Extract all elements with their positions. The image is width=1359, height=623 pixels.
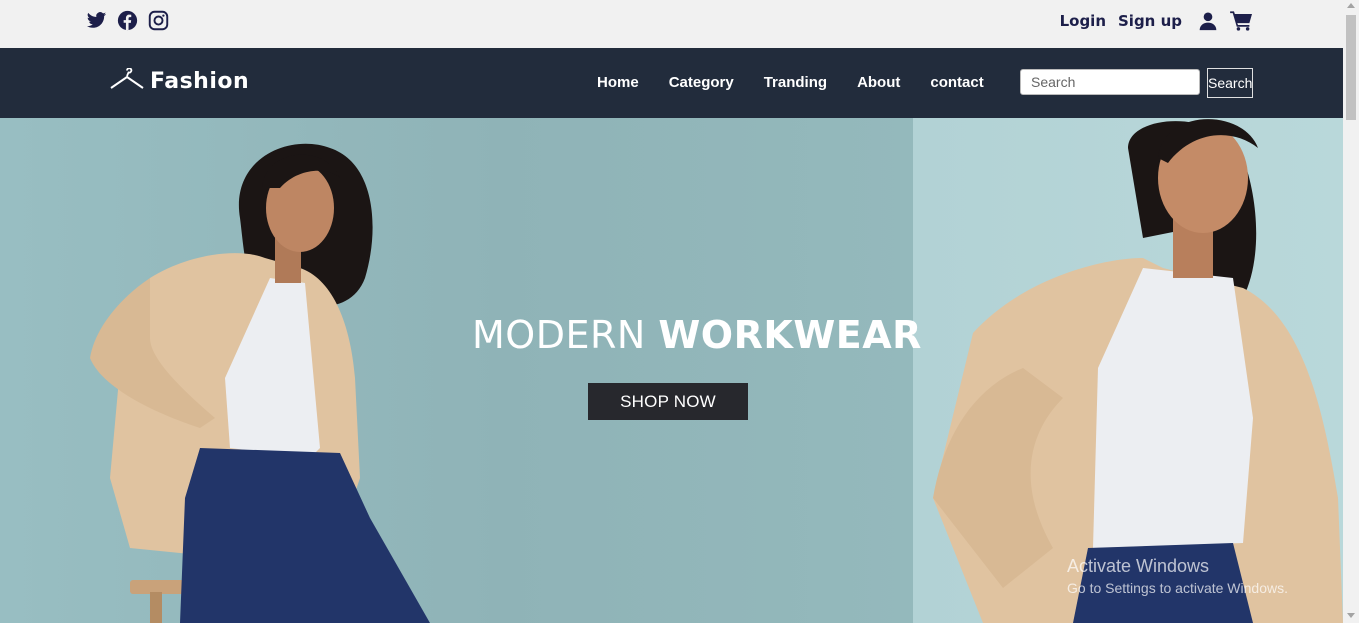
hanger-icon bbox=[110, 67, 144, 95]
brand-name: Fashion bbox=[150, 69, 250, 94]
user-icon[interactable] bbox=[1198, 11, 1218, 31]
login-link[interactable]: Login bbox=[1060, 12, 1106, 30]
signup-link[interactable]: Sign up bbox=[1118, 12, 1182, 30]
nav-contact[interactable]: contact bbox=[930, 74, 983, 91]
search-button[interactable]: Search bbox=[1207, 68, 1253, 98]
hero-banner: MODERN WORKWEAR SHOP NOW Activate Window… bbox=[0, 118, 1343, 623]
activation-watermark-title: Activate Windows bbox=[1067, 556, 1210, 576]
hero-image-right bbox=[913, 118, 1343, 623]
activation-watermark-subtitle: Go to Settings to activate Windows. bbox=[1067, 580, 1288, 596]
hero-title-bold: WORKWEAR bbox=[658, 313, 922, 357]
cart-icon[interactable] bbox=[1230, 10, 1253, 31]
nav-tranding[interactable]: Tranding bbox=[764, 74, 827, 91]
shop-now-button[interactable]: SHOP NOW bbox=[588, 383, 748, 420]
social-links bbox=[86, 10, 169, 31]
search-input[interactable] bbox=[1020, 69, 1200, 95]
hero-image-left bbox=[0, 118, 913, 623]
nav-category[interactable]: Category bbox=[669, 74, 734, 91]
facebook-icon[interactable] bbox=[117, 10, 138, 31]
brand-logo[interactable]: Fashion bbox=[110, 67, 250, 95]
instagram-icon[interactable] bbox=[148, 10, 169, 31]
nav-links: Home Category Tranding About contact bbox=[597, 74, 1014, 91]
scrollbar-thumb[interactable] bbox=[1346, 15, 1356, 120]
nav-home[interactable]: Home bbox=[597, 74, 639, 91]
nav-about[interactable]: About bbox=[857, 74, 900, 91]
twitter-icon[interactable] bbox=[86, 10, 107, 31]
scroll-up-arrow-icon[interactable] bbox=[1347, 3, 1355, 8]
scroll-down-arrow-icon[interactable] bbox=[1347, 613, 1355, 618]
main-navbar: Fashion Home Category Tranding About con… bbox=[0, 48, 1343, 118]
auth-links: Login Sign up bbox=[1060, 10, 1253, 31]
hero-title: MODERN WORKWEAR bbox=[472, 313, 922, 357]
top-bar: Login Sign up bbox=[0, 0, 1343, 48]
hero-title-light: MODERN bbox=[472, 313, 646, 357]
